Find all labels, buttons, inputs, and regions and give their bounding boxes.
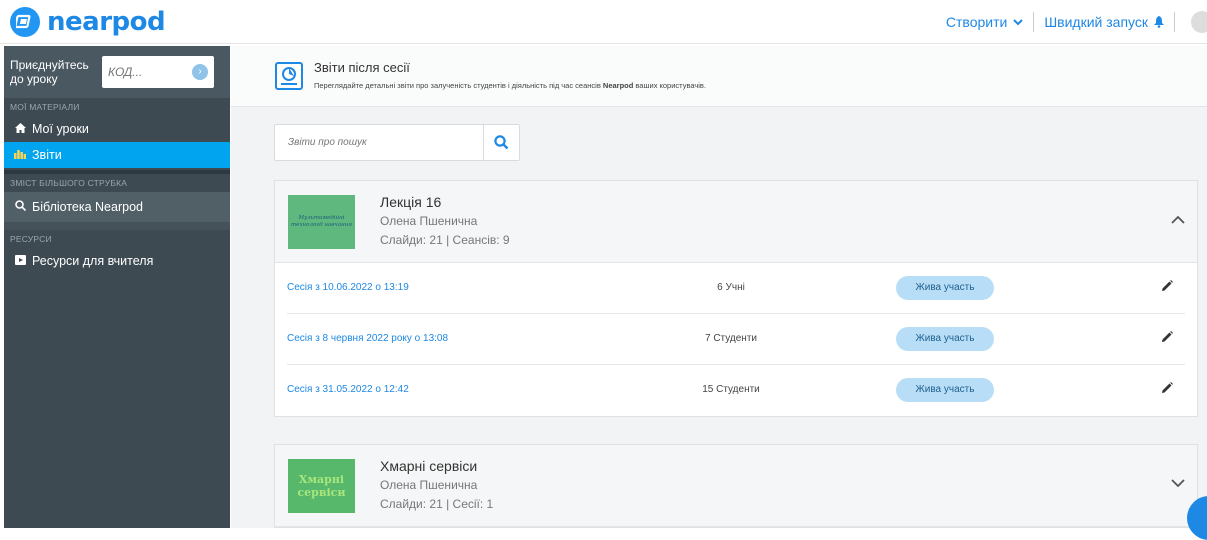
report-icon bbox=[275, 62, 303, 90]
search-button[interactable] bbox=[483, 125, 519, 160]
session-count: 15 Студенти bbox=[702, 384, 760, 395]
page-title: Звіти після сесії bbox=[314, 60, 410, 75]
lesson-author: Олена Пшенична bbox=[380, 478, 478, 492]
lesson-card-header[interactable]: Хмарні сервіси Хмарні сервіси Олена Пшен… bbox=[275, 445, 1197, 527]
section-title-content: ЗМІСТ БІЛЬШОГО СТРУБКА bbox=[10, 178, 128, 188]
chevron-up-icon[interactable] bbox=[1171, 215, 1185, 224]
search-icon bbox=[14, 200, 26, 214]
lesson-card: Хмарні сервіси Хмарні сервіси Олена Пшен… bbox=[274, 444, 1198, 528]
report-search bbox=[274, 124, 520, 161]
pencil-icon[interactable] bbox=[1159, 329, 1175, 345]
sidebar-item-reports[interactable]: Звіти bbox=[4, 142, 230, 168]
page-subtitle: Переглядайте детальні звіти про залучені… bbox=[314, 81, 706, 90]
logo-icon bbox=[10, 7, 40, 37]
thumbnail-text: Хмарні сервіси bbox=[297, 473, 346, 499]
sidebar-item-my-lessons[interactable]: Мої уроки bbox=[4, 116, 230, 142]
bell-icon bbox=[1154, 16, 1164, 28]
lesson-thumbnail: Мультимедійні технології навчання bbox=[288, 195, 355, 249]
lesson-card: Мультимедійні технології навчання Лекція… bbox=[274, 180, 1198, 417]
chevron-down-icon[interactable] bbox=[1171, 479, 1185, 488]
create-menu[interactable]: Створити bbox=[945, 14, 1024, 30]
page-header: Звіти після сесії Переглядайте детальні … bbox=[231, 46, 1207, 107]
sidebar-item-teacher-resources[interactable]: Ресурси для вчителя bbox=[4, 248, 230, 274]
main-content: Звіти після сесії Переглядайте детальні … bbox=[231, 46, 1207, 528]
session-row: Сесія з 31.05.2022 о 12:42 15 Студенти Ж… bbox=[287, 365, 1185, 416]
subtitle-text: Переглядайте детальні звіти про залучені… bbox=[314, 81, 603, 90]
subtitle-brand: Nearpod bbox=[602, 81, 634, 90]
avatar[interactable] bbox=[1191, 11, 1207, 33]
create-label: Створити bbox=[945, 14, 1008, 30]
divider bbox=[1033, 12, 1035, 32]
lesson-card-header[interactable]: Мультимедійні технології навчання Лекція… bbox=[275, 181, 1197, 263]
video-icon bbox=[14, 254, 26, 268]
lesson-title: Лекція 16 bbox=[380, 194, 442, 210]
sidebar: Приєднуйтесь до уроку › МОЇ МАТЕРІАЛИ Мо… bbox=[4, 46, 230, 528]
sidebar-item-label: Мої уроки bbox=[32, 122, 89, 136]
search-icon bbox=[494, 135, 509, 150]
session-link[interactable]: Сесія з 31.05.2022 о 12:42 bbox=[287, 384, 409, 395]
session-row: Сесія з 10.06.2022 о 13:19 6 Учні Жива у… bbox=[287, 263, 1185, 314]
section-title-my-materials: МОЇ МАТЕРІАЛИ bbox=[10, 102, 80, 112]
lesson-meta: Слайди: 21 | Сесії: 1 bbox=[380, 497, 494, 511]
sidebar-item-label: Бібліотека Nearpod bbox=[32, 200, 143, 214]
live-participation-badge[interactable]: Жива участь bbox=[896, 378, 994, 402]
sidebar-item-label: Ресурси для вчителя bbox=[32, 254, 154, 268]
chevron-down-icon bbox=[1013, 18, 1024, 25]
divider bbox=[4, 222, 230, 230]
join-code-box: › bbox=[102, 56, 214, 88]
pencil-icon[interactable] bbox=[1159, 380, 1175, 396]
quick-launch-button[interactable]: Швидкий запуск bbox=[1044, 14, 1164, 30]
logo-text: nearpod bbox=[47, 7, 166, 37]
join-label: Приєднуйтесь до уроку bbox=[10, 58, 89, 86]
subtitle-text-end: ваших користувачів. bbox=[633, 81, 706, 90]
session-count: 6 Учні bbox=[717, 282, 745, 293]
arrow-right-icon[interactable]: › bbox=[192, 64, 208, 80]
divider bbox=[1174, 12, 1175, 32]
live-participation-badge[interactable]: Жива участь bbox=[896, 327, 994, 351]
session-count: 7 Студенти bbox=[704, 333, 757, 344]
sidebar-item-library[interactable]: Бібліотека Nearpod bbox=[4, 192, 230, 222]
session-row: Сесія з 8 червня 2022 року о 13:08 7 Сту… bbox=[287, 314, 1185, 365]
pencil-icon[interactable] bbox=[1159, 278, 1175, 294]
join-lesson-panel: Приєднуйтесь до уроку › bbox=[4, 46, 230, 98]
lesson-title: Хмарні сервіси bbox=[380, 458, 478, 474]
top-bar: nearpod Створити Швидкий запуск bbox=[0, 0, 1207, 44]
join-code-input[interactable] bbox=[108, 65, 188, 79]
section-title-resources: РЕСУРСИ bbox=[10, 234, 52, 244]
lesson-author: Олена Пшенична bbox=[380, 214, 478, 228]
lesson-meta: Слайди: 21 | Сеансів: 9 bbox=[380, 233, 510, 247]
live-participation-badge[interactable]: Жива участь bbox=[896, 276, 994, 300]
bar-chart-icon bbox=[14, 149, 26, 162]
quick-launch-label: Швидкий запуск bbox=[1044, 14, 1148, 30]
nearpod-logo[interactable]: nearpod bbox=[10, 7, 166, 37]
home-icon bbox=[14, 122, 26, 136]
search-input[interactable] bbox=[275, 125, 483, 160]
lesson-thumbnail: Хмарні сервіси bbox=[288, 459, 355, 513]
session-link[interactable]: Сесія з 10.06.2022 о 13:19 bbox=[287, 282, 409, 293]
sidebar-item-label: Звіти bbox=[32, 148, 62, 162]
session-link[interactable]: Сесія з 8 червня 2022 року о 13:08 bbox=[287, 333, 448, 344]
thumbnail-text: Мультимедійні технології навчання bbox=[290, 215, 353, 228]
